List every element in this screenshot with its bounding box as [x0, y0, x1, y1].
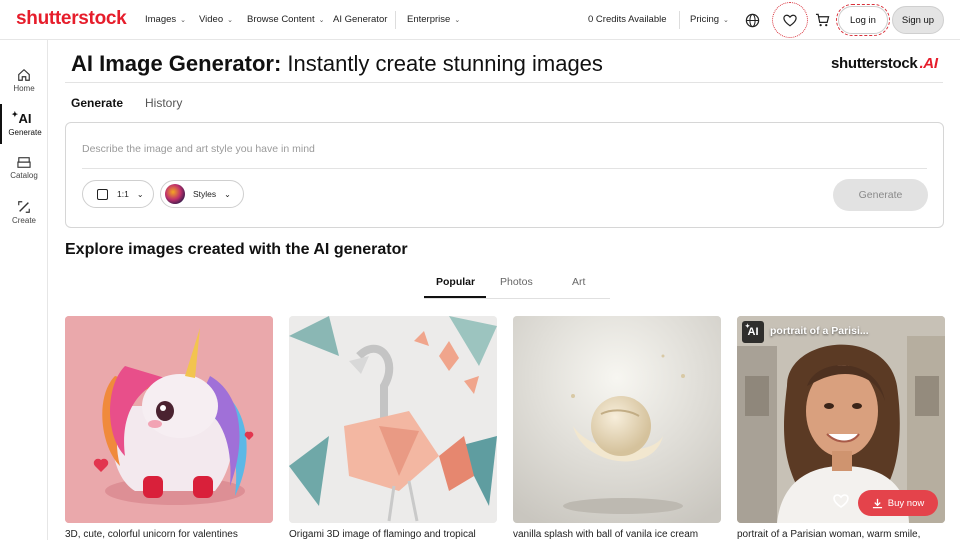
nav-images-label: Images [145, 14, 177, 25]
nav-video-label: Video [199, 14, 224, 25]
chevron-down-icon: ⌄ [454, 17, 461, 24]
styles-dropdown[interactable]: Styles ⌄ [160, 180, 244, 208]
sidebar-item-catalog[interactable]: Catalog [0, 148, 48, 188]
page-title-bold: AI Image Generator: [71, 51, 282, 76]
card-caption[interactable]: 3D, cute, colorful unicorn for valentine… [65, 529, 275, 540]
generate-button[interactable]: Generate [833, 179, 928, 211]
nav-ai-generator-label: AI Generator [333, 14, 388, 25]
card-overlay-title: portrait of a Parisi... [770, 325, 869, 337]
home-icon [18, 68, 30, 81]
styles-thumbnail [165, 184, 185, 204]
nav-browse-content[interactable]: Browse Content ⌄ [247, 14, 324, 25]
buy-now-button[interactable]: Buy now [858, 490, 938, 516]
image-card-unicorn[interactable] [65, 316, 273, 523]
nav-browse-label: Browse Content [247, 14, 315, 25]
image-card-icecream[interactable] [513, 316, 721, 523]
page-title: AI Image Generator: Instantly create stu… [71, 51, 603, 77]
aspect-ratio-dropdown[interactable]: 1:1 ⌄ [82, 180, 154, 208]
login-button[interactable]: Log in [836, 4, 890, 36]
styles-label: Styles [193, 189, 217, 199]
nav-images[interactable]: Images ⌄ [145, 14, 186, 25]
sidebar-item-label: Generate [8, 127, 42, 137]
page-title-rest: Instantly create stunning images [287, 51, 603, 76]
brand-text: shutterstock [831, 55, 918, 72]
chevron-down-icon: ⌄ [136, 189, 144, 199]
tab-art[interactable]: Art [572, 276, 585, 288]
ratio-value: 1:1 [117, 189, 129, 199]
tab-generate[interactable]: Generate [71, 96, 123, 110]
nav-pricing-label: Pricing [690, 14, 720, 25]
sidebar-item-label: Create [11, 215, 36, 225]
explore-tabs: Popular Photos Art [424, 268, 610, 299]
nav-divider [679, 11, 680, 29]
card-caption[interactable]: portrait of a Parisian woman, warm smile… [737, 529, 945, 540]
signup-button[interactable]: Sign up [892, 6, 944, 34]
globe-icon[interactable] [742, 10, 762, 30]
cart-icon[interactable] [812, 10, 832, 30]
download-icon [872, 498, 882, 508]
explore-heading: Explore images created with the AI gener… [65, 241, 408, 258]
nav-pricing[interactable]: Pricing ⌄ [690, 14, 729, 25]
flamingo-image [289, 316, 497, 523]
shutterstock-logo[interactable]: shutterstock [16, 8, 127, 30]
heart-icon[interactable] [780, 10, 800, 30]
buy-now-label: Buy now [887, 497, 925, 509]
chevron-down-icon: ⌄ [227, 17, 234, 24]
credits-available[interactable]: 0 Credits Available [588, 14, 667, 25]
nav-ai-generator[interactable]: AI Generator [333, 14, 387, 25]
prompt-underline [82, 168, 927, 169]
nav-video[interactable]: Video ⌄ [199, 14, 233, 25]
unicorn-image [65, 316, 273, 523]
image-card-flamingo[interactable] [289, 316, 497, 523]
top-navigation: shutterstock Images ⌄ Video ⌄ Browse Conte… [0, 0, 960, 40]
shutterstock-ai-logo: shutterstock .AI [831, 55, 938, 72]
sidebar-item-generate[interactable]: ✦ AI Generate [0, 104, 48, 144]
tab-history[interactable]: History [145, 96, 182, 110]
tab-popular[interactable]: Popular [436, 276, 475, 288]
catalog-icon [17, 157, 31, 168]
heart-icon[interactable] [833, 494, 849, 513]
active-tab-indicator [424, 296, 486, 298]
brand-ai-text: .AI [919, 55, 938, 72]
chevron-down-icon: ⌄ [180, 17, 187, 24]
ai-badge-text: AI [18, 110, 32, 126]
nav-divider [395, 11, 396, 29]
card-caption[interactable]: Origami 3D image of flamingo and tropica… [289, 529, 499, 540]
sidebar-item-label: Home [13, 83, 35, 93]
square-ratio-icon [97, 188, 108, 200]
create-icon [18, 200, 30, 213]
chevron-down-icon: ⌄ [318, 17, 325, 24]
generator-panel: Describe the image and art style you hav… [65, 122, 944, 228]
sidebar-item-home[interactable]: Home [0, 60, 48, 100]
tab-photos[interactable]: Photos [500, 276, 533, 288]
title-divider [65, 82, 943, 83]
chevron-down-icon: ⌄ [224, 189, 231, 199]
ai-generated-badge: ✦ AI [742, 321, 764, 343]
image-card-portrait[interactable]: ✦ AI portrait of a Parisi... Buy now [737, 316, 945, 523]
icecream-image [513, 316, 721, 523]
chevron-down-icon: ⌄ [723, 17, 729, 24]
nav-enterprise[interactable]: Enterprise ⌄ [407, 14, 460, 25]
nav-enterprise-label: Enterprise [407, 14, 451, 25]
left-sidebar: Home ✦ AI Generate Catalog Create [0, 40, 48, 540]
sidebar-item-create[interactable]: Create [0, 192, 48, 232]
prompt-input[interactable]: Describe the image and art style you hav… [82, 143, 315, 155]
sparkle-ai-icon: ✦ AI [11, 109, 32, 126]
sidebar-item-label: Catalog [10, 171, 38, 180]
card-caption[interactable]: vanilla splash with ball of vanila ice c… [513, 529, 723, 540]
